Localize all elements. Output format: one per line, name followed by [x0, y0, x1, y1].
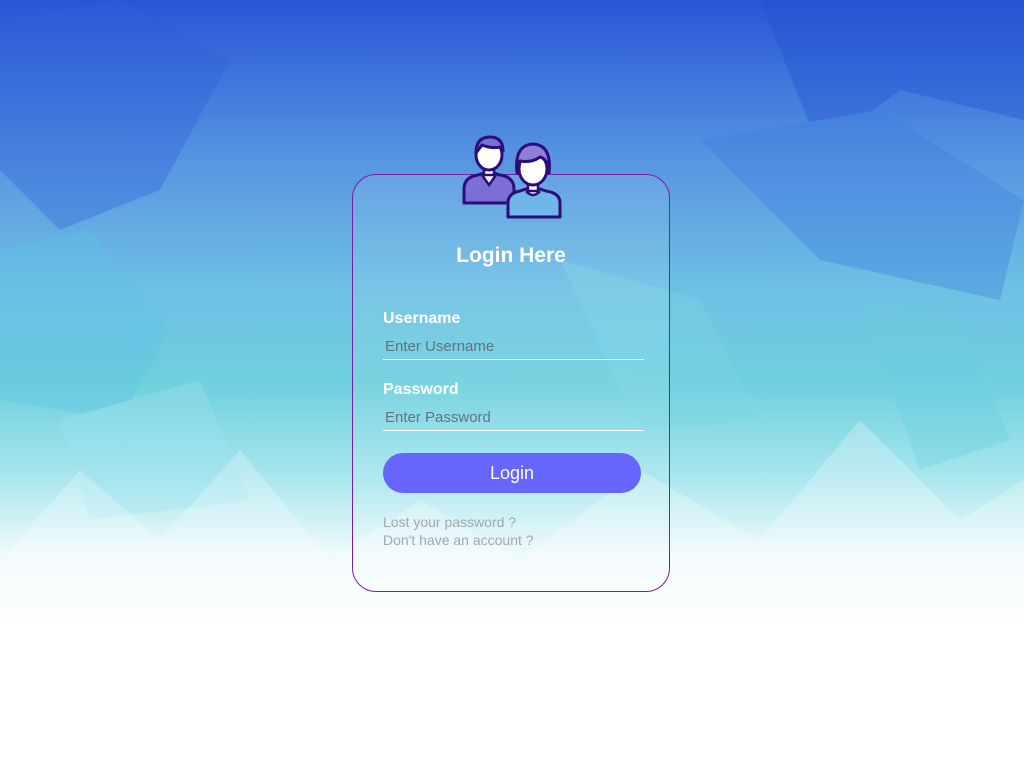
password-input[interactable]: [383, 405, 644, 431]
page-title: Login Here: [456, 244, 566, 267]
lost-password-link[interactable]: Lost your password ?: [383, 514, 516, 530]
password-label: Password: [383, 381, 459, 398]
register-link[interactable]: Don't have an account ?: [383, 532, 534, 548]
users-icon: [460, 131, 564, 219]
username-label: Username: [383, 310, 461, 327]
login-button[interactable]: Login: [383, 453, 641, 493]
username-input[interactable]: [383, 334, 644, 360]
